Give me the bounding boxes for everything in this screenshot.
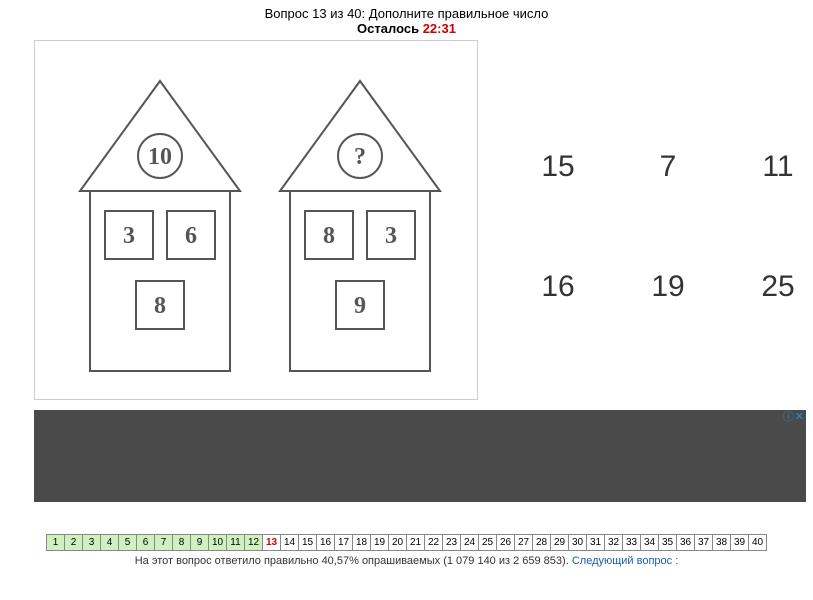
question-nav: 1234567891011121314151617181920212223242… — [46, 534, 767, 551]
nav-question-cell[interactable]: 12 — [244, 534, 263, 551]
footer-stats: На этот вопрос ответило правильно 40,57%… — [0, 555, 813, 567]
nav-question-cell[interactable]: 4 — [100, 534, 119, 551]
nav-question-cell[interactable]: 24 — [460, 534, 479, 551]
nav-question-cell[interactable]: 23 — [442, 534, 461, 551]
nav-question-cell[interactable]: 29 — [550, 534, 569, 551]
question-title: Вопрос 13 из 40: Дополните правильное чи… — [0, 6, 813, 21]
nav-question-cell[interactable]: 6 — [136, 534, 155, 551]
svg-text:3: 3 — [123, 223, 135, 249]
nav-question-cell[interactable]: 37 — [694, 534, 713, 551]
nav-question-cell[interactable]: 34 — [640, 534, 659, 551]
nav-question-cell[interactable]: 8 — [172, 534, 191, 551]
svg-text:8: 8 — [323, 223, 335, 249]
nav-question-cell[interactable]: 5 — [118, 534, 137, 551]
nav-question-cell[interactable]: 15 — [298, 534, 317, 551]
ad-banner: ⓘ ✕ — [34, 410, 806, 502]
nav-question-cell[interactable]: 25 — [478, 534, 497, 551]
nav-question-cell[interactable]: 9 — [190, 534, 209, 551]
svg-text:6: 6 — [185, 223, 197, 249]
answer-option[interactable]: 7 — [618, 150, 718, 250]
nav-question-cell[interactable]: 18 — [352, 534, 371, 551]
ad-info-icon[interactable]: ⓘ — [783, 412, 794, 423]
answer-options: 15711 161925 — [508, 40, 813, 400]
nav-question-cell[interactable]: 22 — [424, 534, 443, 551]
svg-text:3: 3 — [385, 223, 397, 249]
answer-option[interactable]: 16 — [508, 270, 608, 370]
nav-question-cell[interactable]: 32 — [604, 534, 623, 551]
nav-question-cell[interactable]: 11 — [226, 534, 245, 551]
nav-question-cell[interactable]: 19 — [370, 534, 389, 551]
nav-question-cell[interactable]: 10 — [208, 534, 227, 551]
nav-question-cell[interactable]: 7 — [154, 534, 173, 551]
timer-line: Осталось 22:31 — [0, 21, 813, 36]
nav-question-cell[interactable]: 36 — [676, 534, 695, 551]
nav-question-cell[interactable]: 16 — [316, 534, 335, 551]
nav-question-cell[interactable]: 14 — [280, 534, 299, 551]
nav-question-cell[interactable]: 30 — [568, 534, 587, 551]
nav-question-cell[interactable]: 28 — [532, 534, 551, 551]
nav-question-cell[interactable]: 27 — [514, 534, 533, 551]
next-question-link[interactable]: Следующий вопрос : — [572, 555, 678, 567]
nav-question-cell[interactable]: 33 — [622, 534, 641, 551]
timer-value: 22:31 — [423, 21, 456, 36]
nav-question-cell[interactable]: 40 — [748, 534, 767, 551]
answer-option[interactable]: 25 — [728, 270, 813, 370]
svg-text:?: ? — [354, 144, 366, 170]
nav-question-cell[interactable]: 35 — [658, 534, 677, 551]
answer-option[interactable]: 15 — [508, 150, 608, 250]
answer-option[interactable]: 19 — [618, 270, 718, 370]
nav-question-cell[interactable]: 38 — [712, 534, 731, 551]
answer-option[interactable]: 11 — [728, 150, 813, 250]
nav-question-cell[interactable]: 39 — [730, 534, 749, 551]
svg-text:8: 8 — [154, 293, 166, 319]
nav-question-cell[interactable]: 13 — [262, 534, 281, 551]
svg-text:10: 10 — [148, 144, 172, 170]
nav-question-cell[interactable]: 20 — [388, 534, 407, 551]
svg-text:9: 9 — [354, 293, 366, 319]
nav-question-cell[interactable]: 1 — [46, 534, 65, 551]
nav-question-cell[interactable]: 21 — [406, 534, 425, 551]
nav-question-cell[interactable]: 31 — [586, 534, 605, 551]
puzzle-image: 10 3 6 8 ? 8 3 9 — [34, 40, 478, 400]
nav-question-cell[interactable]: 3 — [82, 534, 101, 551]
nav-question-cell[interactable]: 17 — [334, 534, 353, 551]
ad-close-icon[interactable]: ✕ — [795, 412, 804, 423]
nav-question-cell[interactable]: 2 — [64, 534, 83, 551]
nav-question-cell[interactable]: 26 — [496, 534, 515, 551]
